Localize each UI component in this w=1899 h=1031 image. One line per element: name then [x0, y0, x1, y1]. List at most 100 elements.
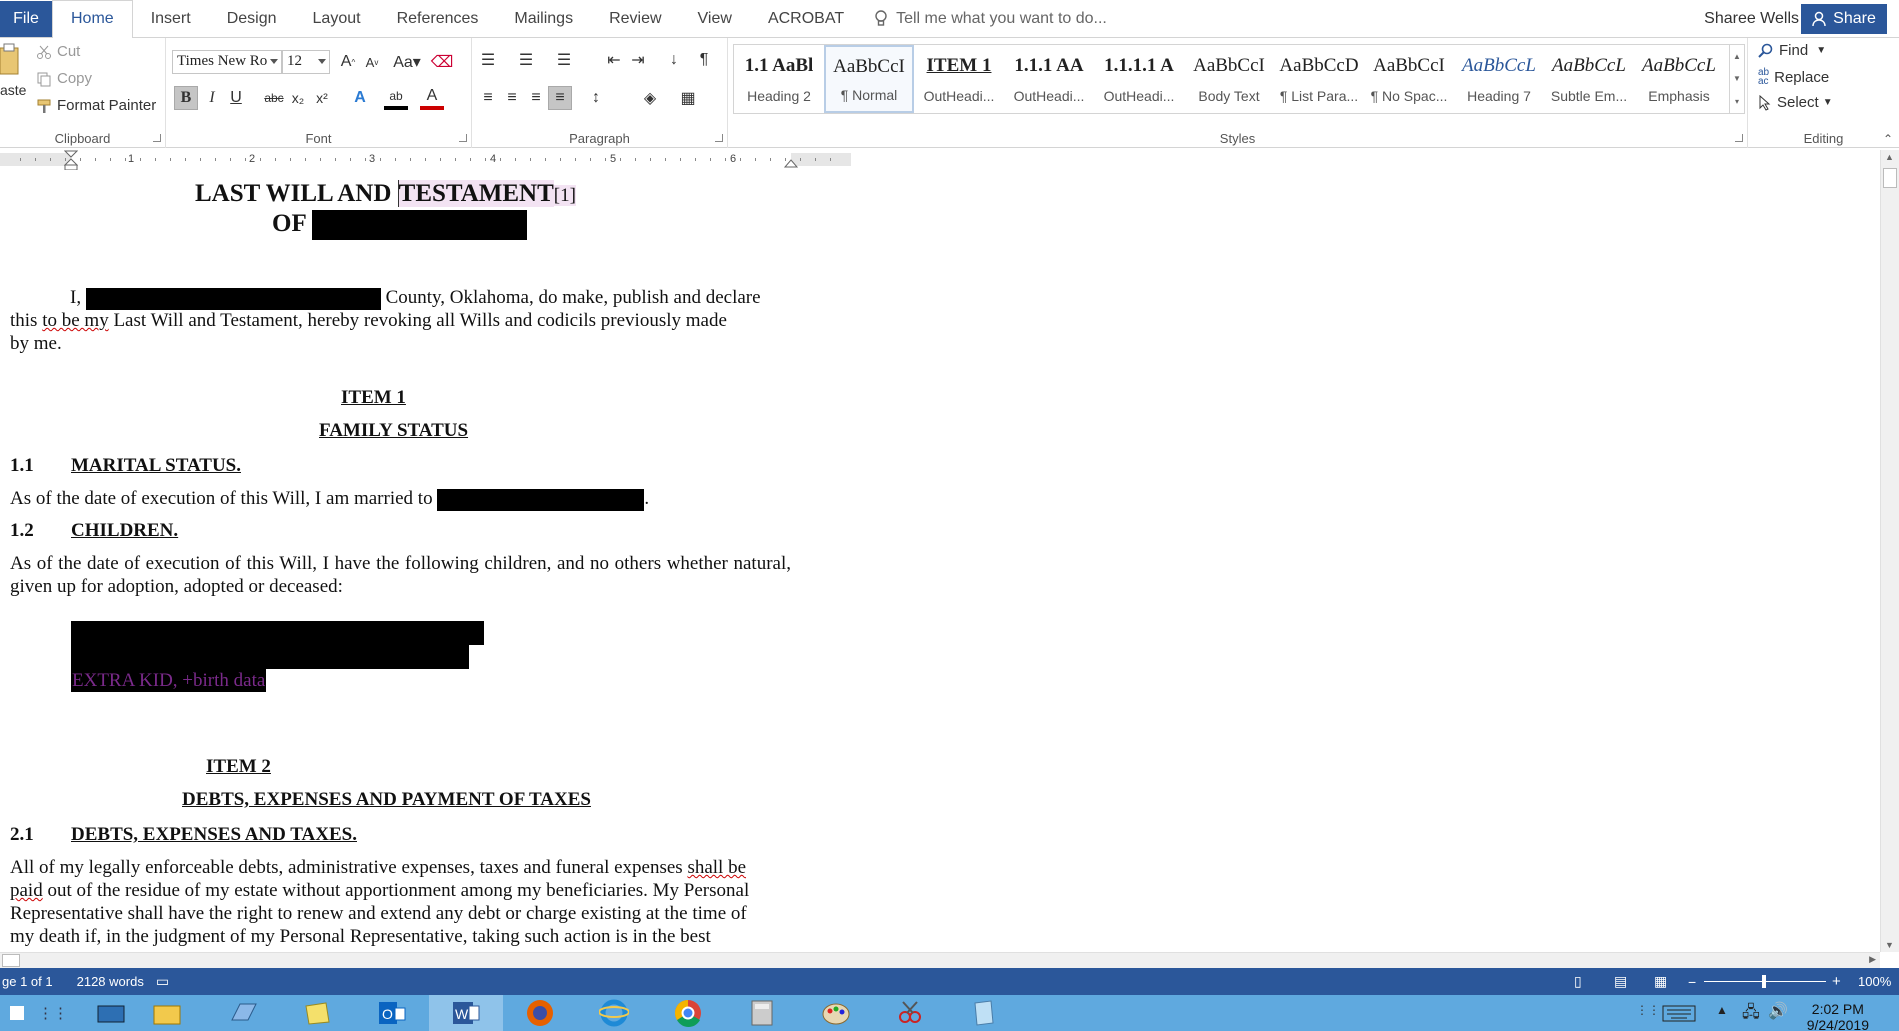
tab-layout[interactable]: Layout	[295, 0, 379, 38]
show-formatting-icon[interactable]: ¶	[692, 48, 716, 72]
strikethrough-button[interactable]: abc	[262, 86, 286, 110]
notepad-icon[interactable]	[947, 995, 1021, 1031]
page-count[interactable]: ge 1 of 1	[2, 974, 53, 989]
font-color-icon[interactable]: A	[420, 86, 444, 110]
gallery-down-icon[interactable]: ▼	[1733, 74, 1741, 83]
underline-button[interactable]: U	[224, 86, 248, 110]
print-layout-icon[interactable]: ▤	[1614, 973, 1627, 990]
share-button[interactable]: Share	[1801, 4, 1887, 34]
firefox-icon[interactable]	[503, 995, 577, 1031]
style-item[interactable]: AaBbCcL Emphasis	[1634, 45, 1724, 113]
word-icon[interactable]: W	[429, 995, 503, 1031]
style-item[interactable]: 1.1.1.1 A OutHeadi...	[1094, 45, 1184, 113]
hscroll-right-icon[interactable]: ▶	[1869, 954, 1876, 965]
chrome-icon[interactable]	[651, 995, 725, 1031]
tab-acrobat[interactable]: ACROBAT	[750, 0, 862, 38]
increase-indent-icon[interactable]: ⇥	[626, 48, 650, 72]
change-case-icon[interactable]: Aa▾	[392, 50, 422, 74]
scroll-up-icon[interactable]: ▲	[1885, 152, 1894, 162]
scroll-down-icon[interactable]: ▼	[1885, 940, 1894, 950]
replace-button[interactable]: ab ac Replace	[1758, 68, 1829, 87]
gallery-more-icon[interactable]: ▾	[1735, 97, 1739, 106]
style-item[interactable]: AaBbCcI Body Text	[1184, 45, 1274, 113]
zoom-out-icon[interactable]: −	[1688, 974, 1696, 990]
snipping-tool-icon[interactable]	[873, 995, 947, 1031]
zoom-slider-thumb[interactable]	[1762, 975, 1766, 988]
show-hidden-icons[interactable]: ▲	[1716, 1003, 1728, 1017]
line-spacing-icon[interactable]: ↕	[584, 86, 608, 110]
internet-explorer-icon[interactable]	[577, 995, 651, 1031]
gallery-up-icon[interactable]: ▲	[1733, 52, 1741, 61]
subscript-button[interactable]: x₂	[286, 86, 310, 110]
read-mode-icon[interactable]: ▯	[1574, 973, 1582, 990]
highlight-color-icon[interactable]: ab	[384, 86, 408, 110]
clear-formatting-icon[interactable]: ⌫	[430, 50, 454, 74]
borders-icon[interactable]: ▦	[676, 86, 700, 110]
decrease-indent-icon[interactable]: ⇤	[602, 48, 626, 72]
tab-design[interactable]: Design	[209, 0, 295, 38]
font-launcher-icon[interactable]	[459, 134, 467, 142]
style-item[interactable]: ITEM 1 OutHeadi...	[914, 45, 1004, 113]
proofing-icon[interactable]: ▭	[156, 973, 169, 990]
tell-me-search[interactable]: Tell me what you want to do...	[874, 10, 1107, 28]
indent-marker-icon[interactable]	[64, 150, 78, 172]
notes-app-icon[interactable]	[206, 995, 280, 1031]
align-left-icon[interactable]: ≡	[476, 86, 500, 110]
calculator-icon[interactable]	[725, 995, 799, 1031]
multilevel-list-icon[interactable]: ☰	[552, 48, 576, 72]
align-right-icon[interactable]: ≡	[524, 86, 548, 110]
text-effects-icon[interactable]: A	[348, 86, 372, 110]
horizontal-ruler[interactable]: 1 2 3 4 5 6	[0, 150, 851, 172]
horizontal-scrollbar[interactable]: ▶	[0, 952, 1880, 968]
select-button[interactable]: Select ▼	[1758, 94, 1833, 111]
style-item[interactable]: 1.1.1 AA OutHeadi...	[1004, 45, 1094, 113]
system-clock[interactable]: 2:02 PM 9/24/2019	[1807, 1001, 1869, 1031]
shrink-font-icon[interactable]: Av	[360, 50, 384, 74]
task-view-icon[interactable]: ⋮⋮	[38, 995, 68, 1031]
tab-review[interactable]: Review	[591, 0, 679, 38]
copy-button[interactable]: Copy	[36, 70, 92, 87]
zoom-in-icon[interactable]: +	[1832, 973, 1841, 990]
hscroll-thumb[interactable]	[2, 954, 20, 967]
align-center-icon[interactable]: ≡	[500, 86, 524, 110]
styles-gallery-scroll[interactable]: ▲ ▼ ▾	[1729, 44, 1745, 114]
style-item[interactable]: AaBbCcL Heading 7	[1454, 45, 1544, 113]
paint-icon[interactable]	[799, 995, 873, 1031]
tab-view[interactable]: View	[680, 0, 750, 38]
styles-launcher-icon[interactable]	[1735, 134, 1743, 142]
document-page[interactable]: LAST WILL AND TESTAMENT[1] OF I, County,…	[0, 170, 1880, 952]
file-explorer-icon[interactable]	[130, 995, 204, 1031]
keyboard-icon[interactable]	[1662, 1003, 1696, 1027]
style-item[interactable]: AaBbCcD ¶ List Para...	[1274, 45, 1364, 113]
shading-icon[interactable]: ◈	[638, 86, 662, 110]
start-icon[interactable]	[0, 995, 34, 1031]
tab-mailings[interactable]: Mailings	[496, 0, 591, 38]
right-indent-marker-icon[interactable]	[784, 156, 798, 168]
network-icon[interactable]: 🖧	[1742, 1001, 1760, 1028]
scroll-thumb[interactable]	[1883, 168, 1897, 188]
tab-insert[interactable]: Insert	[133, 0, 209, 38]
paragraph-launcher-icon[interactable]	[715, 134, 723, 142]
justify-icon[interactable]: ≡	[548, 86, 572, 110]
font-size-combo[interactable]: 12	[282, 50, 330, 74]
tab-references[interactable]: References	[379, 0, 497, 38]
word-count[interactable]: 2128 words	[77, 974, 144, 989]
font-name-combo[interactable]: Times New Ro	[172, 50, 282, 74]
vertical-scrollbar[interactable]: ▲ ▼	[1880, 150, 1899, 952]
outlook-icon[interactable]: O	[355, 995, 429, 1031]
style-item[interactable]: 1.1 AaBl Heading 2	[734, 45, 824, 113]
clipboard-launcher-icon[interactable]	[153, 134, 161, 142]
paste-button[interactable]: aste	[0, 42, 26, 98]
style-item[interactable]: AaBbCcI ¶ Normal	[824, 45, 914, 113]
superscript-button[interactable]: x²	[310, 86, 334, 110]
bold-button[interactable]: B	[174, 86, 198, 110]
volume-icon[interactable]: 🔊	[1768, 1001, 1788, 1021]
web-layout-icon[interactable]: ▦	[1654, 973, 1667, 990]
collapse-ribbon-icon[interactable]: ⌃	[1883, 132, 1893, 146]
bullets-icon[interactable]: ☰	[476, 48, 500, 72]
find-button[interactable]: Find ▼	[1758, 42, 1826, 59]
sticky-notes-icon[interactable]	[280, 995, 354, 1031]
cut-button[interactable]: Cut	[36, 43, 80, 60]
grow-font-icon[interactable]: A ^	[336, 50, 360, 74]
tab-home[interactable]: Home	[52, 0, 133, 39]
